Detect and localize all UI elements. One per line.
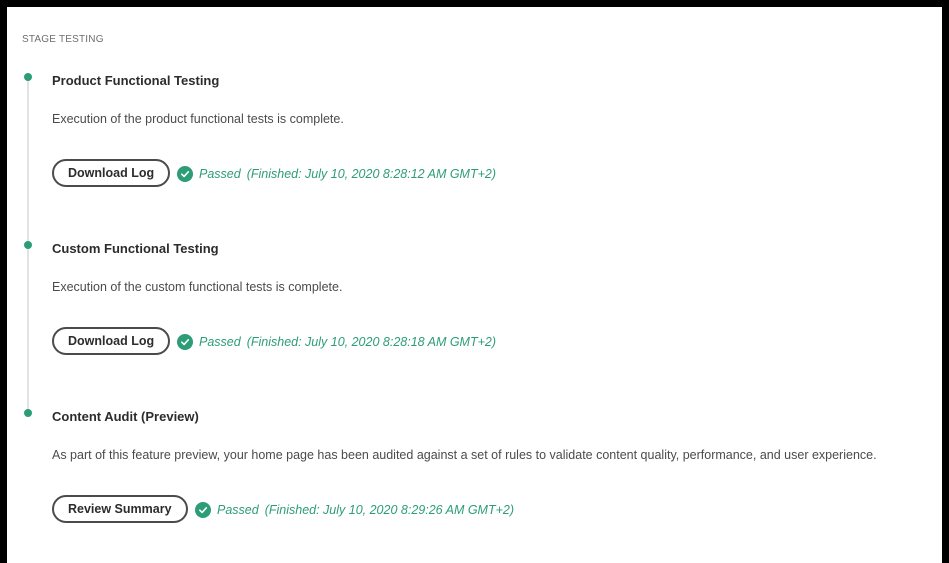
check-circle-icon	[177, 166, 193, 182]
step-title: Custom Functional Testing	[52, 241, 219, 256]
finished-time: (Finished: July 10, 2020 8:29:26 AM GMT+…	[264, 503, 515, 517]
check-circle-icon	[195, 502, 211, 518]
review-summary-button[interactable]: Review Summary	[52, 495, 188, 523]
status-dot-icon	[24, 409, 32, 417]
finished-time: (Finished: July 10, 2020 8:28:12 AM GMT+…	[246, 167, 497, 181]
status-label: Passed	[217, 503, 259, 517]
stage-testing-panel: STAGE TESTING Product Functional Testing…	[7, 7, 942, 563]
step-description: Execution of the custom functional tests…	[52, 280, 343, 294]
status-label: Passed	[199, 167, 241, 181]
step-title: Product Functional Testing	[52, 73, 220, 88]
section-title: STAGE TESTING	[22, 34, 104, 45]
step-description: Execution of the product functional test…	[52, 112, 344, 126]
download-log-button[interactable]: Download Log	[52, 327, 171, 355]
status-passed: Passed (Finished: July 10, 2020 8:29:26 …	[195, 502, 514, 518]
status-label: Passed	[199, 335, 241, 349]
download-log-button[interactable]: Download Log	[52, 159, 171, 187]
status-dot-icon	[24, 241, 32, 249]
status-passed: Passed (Finished: July 10, 2020 8:28:18 …	[177, 334, 496, 350]
status-dot-icon	[24, 73, 32, 81]
step-title: Content Audit (Preview)	[52, 409, 199, 424]
check-circle-icon	[177, 334, 193, 350]
finished-time: (Finished: July 10, 2020 8:28:18 AM GMT+…	[246, 335, 497, 349]
status-passed: Passed (Finished: July 10, 2020 8:28:12 …	[177, 166, 496, 182]
step-description: As part of this feature preview, your ho…	[52, 448, 877, 462]
